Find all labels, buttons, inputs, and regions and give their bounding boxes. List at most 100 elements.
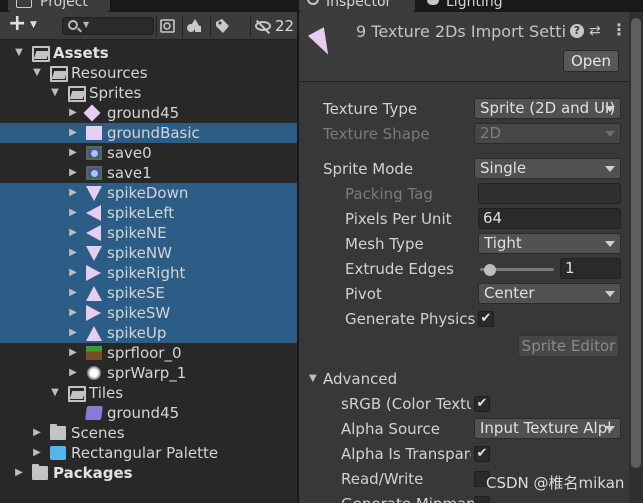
tree-item[interactable]: ▶ spikeSE [0, 283, 297, 303]
chevron-down-icon [605, 426, 615, 432]
tree-item[interactable]: ▶ spikeNW [0, 243, 297, 263]
extrude-edges-field[interactable]: 1 [560, 258, 621, 279]
create-button[interactable]: + ▼ [6, 12, 42, 36]
inspector-panel: Inspector Lighting 9 Texture 2Ds Import … [299, 0, 643, 503]
chevron-right-icon[interactable]: ▶ [68, 183, 78, 203]
sprite-editor-button[interactable]: Sprite Editor [518, 335, 619, 357]
chevron-right-icon[interactable]: ▶ [68, 103, 78, 123]
tree-item[interactable]: ▶ sprWarp_1 [0, 363, 297, 383]
chevron-down-icon[interactable]: ▼ [50, 83, 60, 103]
tree-item[interactable]: ▶ sprfloor_0 [0, 343, 297, 363]
tree-item[interactable]: ▶ Packages [0, 463, 297, 483]
tree-item[interactable]: ▶ save1 [0, 163, 297, 183]
chevron-right-icon[interactable]: ▶ [68, 263, 78, 283]
open-button[interactable]: Open [563, 50, 619, 72]
chevron-right-icon[interactable]: ▶ [32, 423, 42, 443]
search-input[interactable]: ▼ [62, 17, 154, 35]
scrollbar-thumb[interactable] [631, 18, 641, 468]
tree-item[interactable]: ▶ Scenes [0, 423, 297, 443]
shapes-icon [187, 19, 201, 32]
sprite-icon [86, 205, 101, 221]
presets-icon[interactable]: ⇄ [589, 23, 605, 39]
mesh-type-label: Mesh Type [345, 235, 424, 253]
tree-item[interactable]: ▶ spikeRight [0, 263, 297, 283]
chevron-down-icon[interactable]: ▼ [50, 383, 60, 403]
extrude-edges-label: Extrude Edges [345, 260, 454, 278]
tree-item[interactable]: ▶ save0 [0, 143, 297, 163]
tree-item[interactable]: ▶ spikeSW [0, 303, 297, 323]
chevron-right-icon[interactable]: ▶ [68, 303, 78, 323]
alpha-is-transparency-checkbox[interactable]: ✔ [474, 446, 490, 462]
chevron-right-icon[interactable]: ▶ [68, 283, 78, 303]
mesh-type-dropdown[interactable]: Tight [478, 233, 621, 254]
tree-item[interactable]: ▶ spikeUp [0, 323, 297, 343]
inspector-tab-bar: Inspector Lighting [299, 0, 643, 12]
chevron-right-icon[interactable]: ▶ [68, 203, 78, 223]
pixels-per-unit-field[interactable]: 64 [478, 208, 621, 229]
tree-item[interactable]: ▶ ground45 [0, 103, 297, 123]
sprite-mode-dropdown[interactable]: Single [474, 158, 621, 179]
hidden-packages-count: 22 [275, 17, 295, 35]
tree-item[interactable]: ▼ Assets [0, 43, 297, 63]
search-by-label-button[interactable] [210, 15, 232, 37]
info-icon [307, 0, 319, 5]
sprite-icon [86, 246, 102, 261]
tree-item[interactable]: ▼ Sprites [0, 83, 297, 103]
tree-item[interactable]: ▼ Tiles [0, 383, 297, 403]
tree-item[interactable]: ▶ Rectangular Palette [0, 443, 297, 463]
texture-type-value: Sprite (2D and UI) [480, 99, 616, 117]
search-by-type-button[interactable] [182, 15, 204, 37]
tree-item-label: sprWarp_1 [107, 364, 187, 382]
pivot-dropdown[interactable]: Center [478, 283, 621, 304]
tree-item-label: save1 [107, 164, 152, 182]
generate-mipmaps-checkbox[interactable] [474, 496, 490, 503]
chevron-right-icon[interactable]: ▶ [14, 463, 24, 483]
project-panel: Project + ▼ ▼ 22 ▼ Assets ▼ Resources ▼ … [0, 0, 297, 503]
tree-item[interactable]: ▶ spikeLeft [0, 203, 297, 223]
chevron-right-icon[interactable]: ▶ [68, 343, 78, 363]
search-by-scene-button[interactable] [156, 15, 178, 37]
chevron-down-icon[interactable]: ▼ [32, 63, 42, 83]
tab-lighting[interactable]: Lighting [419, 0, 529, 12]
more-options-icon[interactable]: ⋮ [611, 22, 627, 38]
tab-inspector[interactable]: Inspector [299, 0, 415, 12]
sprite-icon [86, 126, 102, 140]
chevron-down-icon[interactable]: ▼ [14, 43, 24, 63]
tree-item-label: ground45 [107, 404, 180, 422]
tree-item-label: save0 [107, 144, 152, 162]
tree-item[interactable]: ▼ Resources [0, 63, 297, 83]
chevron-right-icon[interactable]: ▶ [68, 323, 78, 343]
chevron-right-icon[interactable]: ▶ [68, 363, 78, 383]
srgb-checkbox[interactable]: ✔ [474, 396, 490, 412]
texture-type-dropdown[interactable]: Sprite (2D and UI) [474, 98, 621, 119]
alpha-source-dropdown[interactable]: Input Texture Alpl [474, 418, 621, 439]
chevron-right-icon[interactable]: ▶ [68, 143, 78, 163]
chevron-right-icon[interactable]: ▶ [68, 163, 78, 183]
generate-physics-label: Generate Physics [345, 310, 476, 328]
advanced-foldout-label[interactable]: Advanced [323, 369, 397, 389]
chevron-down-icon [605, 106, 615, 112]
extrude-edges-slider-handle[interactable] [483, 264, 496, 276]
tree-item[interactable]: ▶ spikeNE [0, 223, 297, 243]
chevron-down-icon [605, 291, 615, 297]
chevron-right-icon[interactable]: ▶ [68, 123, 78, 143]
tree-item-label: Rectangular Palette [71, 444, 219, 462]
tree-item[interactable]: ▶ spikeDown [0, 183, 297, 203]
hidden-packages-toggle[interactable]: 22 [250, 15, 295, 37]
tree-item[interactable]: ▶ groundBasic [0, 123, 297, 143]
chevron-down-icon[interactable]: ▼ [309, 369, 317, 389]
sprite-icon [86, 265, 101, 281]
chevron-right-icon[interactable]: ▶ [68, 223, 78, 243]
folder-open-icon [50, 66, 68, 82]
inspector-scrollbar[interactable] [629, 12, 643, 503]
generate-physics-checkbox[interactable]: ✔ [478, 311, 494, 327]
inspector-title: 9 Texture 2Ds Import Setti [356, 22, 566, 41]
prefab-cube-icon [50, 446, 66, 460]
sprite-icon [86, 146, 102, 160]
help-icon[interactable]: ? [570, 24, 584, 38]
tree-item-label: spikeLeft [107, 204, 175, 222]
tree-item[interactable]: ground45 [0, 403, 297, 423]
sprite-icon [86, 225, 101, 241]
chevron-right-icon[interactable]: ▶ [68, 243, 78, 263]
chevron-right-icon[interactable]: ▶ [32, 443, 42, 463]
